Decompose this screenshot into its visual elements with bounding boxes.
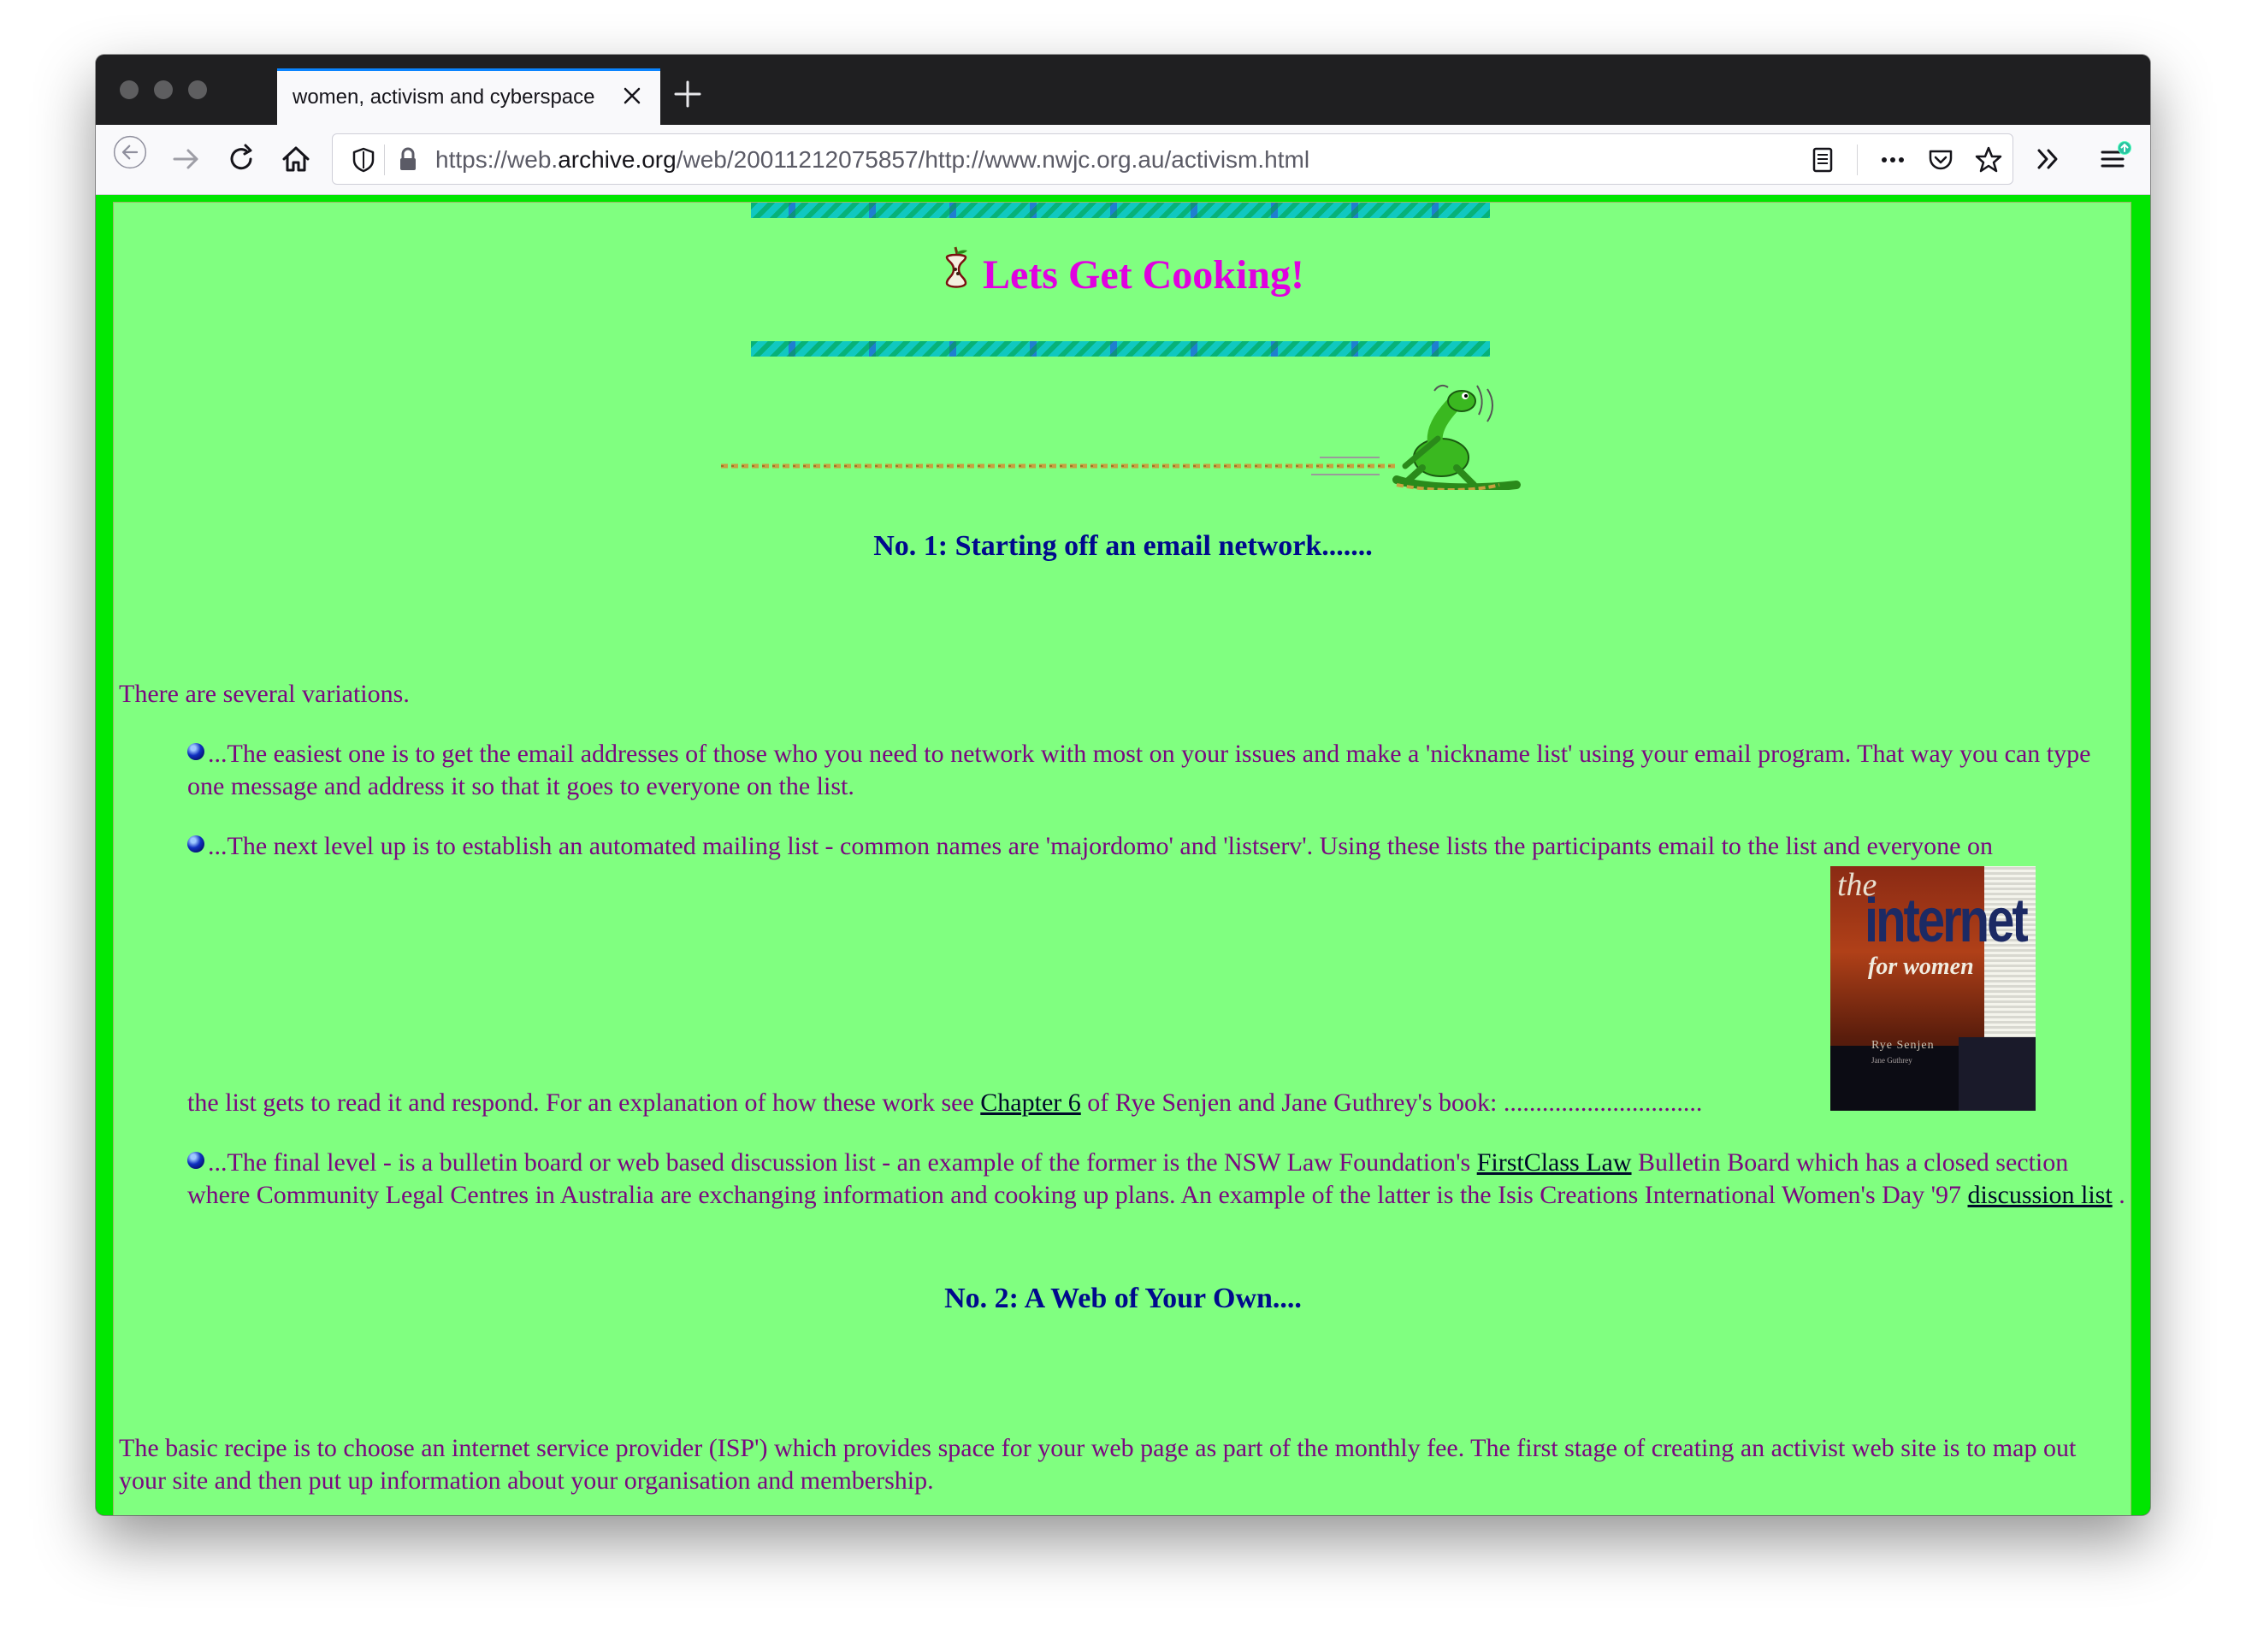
section1-heading: No. 1: Starting off an email network....… xyxy=(873,530,1373,562)
page-viewport: Lets Get Cooking! No. 1: Starting off an… xyxy=(96,195,2150,1515)
overflow-chevrons-icon[interactable] xyxy=(2029,140,2066,178)
zoom-window-dot[interactable] xyxy=(188,80,207,99)
section2-heading: No. 2: A Web of Your Own.... xyxy=(944,1283,1302,1314)
list-item-3: ...The final level - is a bulletin board… xyxy=(187,1148,2125,1209)
list-item-2-line1: ...The next level up is to establish an … xyxy=(187,830,2122,863)
firstclass-law-link[interactable]: FirstClass Law xyxy=(1477,1148,1632,1177)
back-arrow-icon[interactable] xyxy=(111,133,157,185)
minimize-window-dot[interactable] xyxy=(154,80,173,99)
reader-view-icon[interactable] xyxy=(1804,141,1841,179)
bookmark-star-icon[interactable] xyxy=(1970,141,2007,179)
list-item-1: ...The easiest one is to get the email a… xyxy=(187,740,2091,800)
tracking-shield-icon[interactable] xyxy=(345,141,382,179)
page-actions-icon[interactable] xyxy=(1874,141,1912,179)
lock-icon[interactable] xyxy=(389,141,427,179)
chapter-6-link[interactable]: Chapter 6 xyxy=(980,1089,1080,1117)
close-icon[interactable] xyxy=(619,81,645,110)
lizard-rope-illustration xyxy=(721,379,1522,493)
blue-bullet-icon xyxy=(187,835,204,853)
url-text: https://web.archive.org/web/200112120758… xyxy=(435,146,1310,173)
address-bar[interactable]: https://web.archive.org/web/200112120758… xyxy=(332,133,2013,185)
blue-bullet-icon xyxy=(187,1152,204,1169)
book-cover-image[interactable]: the internet for women Rye Senjen Jane G… xyxy=(1830,866,2036,1111)
tab-title: women, activism and cyberspace xyxy=(293,86,595,109)
browser-window: women, activism and cyberspace https://w… xyxy=(96,55,2150,1515)
forward-arrow-icon[interactable] xyxy=(168,140,205,178)
home-icon[interactable] xyxy=(277,140,315,178)
reload-icon[interactable] xyxy=(222,140,260,178)
tab-active[interactable]: women, activism and cyberspace xyxy=(277,68,660,125)
discussion-list-link[interactable]: discussion list xyxy=(1968,1181,2113,1209)
blue-bullet-icon xyxy=(187,743,204,760)
list-item-2-line2: the list gets to read it and respond. Fo… xyxy=(187,1089,1703,1117)
apple-core-icon xyxy=(942,245,971,304)
page-title: Lets Get Cooking! xyxy=(114,245,2132,298)
intro-text: There are several variations. xyxy=(119,680,410,708)
close-window-dot[interactable] xyxy=(120,80,139,99)
pocket-icon[interactable] xyxy=(1922,141,1959,179)
recipe-paragraph: The basic recipe is to choose an interne… xyxy=(119,1434,2077,1495)
decorative-divider-top xyxy=(751,203,1490,218)
new-tab-plus-icon[interactable] xyxy=(671,77,705,111)
nav-toolbar: https://web.archive.org/web/200112120758… xyxy=(96,125,2150,195)
decorative-divider-bottom xyxy=(751,341,1490,357)
page-content: Lets Get Cooking! No. 1: Starting off an… xyxy=(113,202,2131,1515)
hamburger-menu-icon[interactable] xyxy=(2094,140,2131,178)
tab-strip: women, activism and cyberspace xyxy=(96,55,2150,125)
